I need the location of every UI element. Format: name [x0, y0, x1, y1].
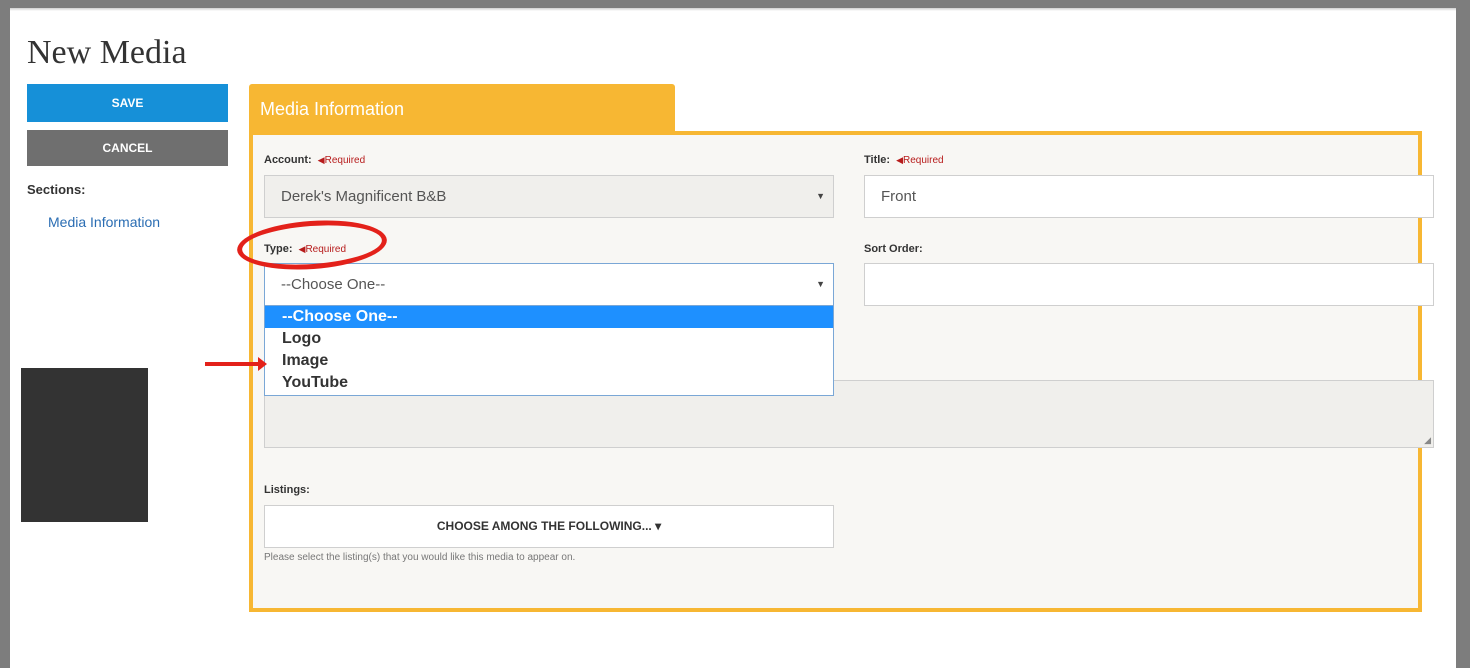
title-field-value: Front: [881, 188, 917, 205]
type-option[interactable]: Logo: [265, 328, 833, 350]
required-text: Required: [903, 155, 944, 166]
required-text: Required: [324, 155, 366, 166]
account-select-value: Derek's Magnificent B&B: [281, 188, 447, 205]
title-label: Title: ◀Required: [864, 154, 944, 166]
tab-media-information[interactable]: Media Information: [249, 84, 675, 132]
type-option[interactable]: Image: [265, 350, 833, 372]
save-button[interactable]: SAVE: [27, 84, 228, 122]
section-link-media-information[interactable]: Media Information: [48, 214, 160, 230]
window-frame-left: [0, 0, 10, 668]
sort-order-label: Sort Order:: [864, 243, 923, 255]
title-field[interactable]: Front: [864, 175, 1434, 218]
choose-listings-button[interactable]: CHOOSE AMONG THE FOLLOWING... ▾: [264, 505, 834, 548]
account-label-text: Account:: [264, 154, 312, 166]
resize-handle-icon[interactable]: ◢: [1424, 435, 1431, 446]
required-indicator: ◀Required: [896, 155, 944, 166]
listings-help-text: Please select the listing(s) that you wo…: [264, 552, 576, 563]
chevron-down-icon: ▼: [816, 191, 825, 201]
window-frame-top: [0, 0, 1470, 8]
type-option[interactable]: YouTube: [265, 372, 833, 394]
type-dropdown-list: --Choose One-- Logo Image YouTube: [264, 305, 834, 396]
listings-label: Listings:: [264, 484, 310, 496]
annotation-arrowhead-icon: [258, 357, 267, 371]
required-indicator: ◀Required: [317, 155, 366, 166]
type-select-value: --Choose One--: [281, 276, 386, 293]
type-option[interactable]: --Choose One--: [265, 306, 833, 328]
type-select[interactable]: --Choose One-- ▼: [264, 263, 834, 306]
title-label-text: Title:: [864, 154, 891, 166]
choose-listings-label: CHOOSE AMONG THE FOLLOWING...: [436, 519, 652, 533]
redaction-block: [21, 368, 148, 522]
tab-label: Media Information: [260, 99, 405, 119]
sections-label: Sections:: [27, 182, 86, 197]
cancel-button[interactable]: CANCEL: [27, 130, 228, 166]
sort-order-field[interactable]: [864, 263, 1434, 306]
chevron-down-icon: ▼: [816, 279, 825, 289]
page-title: New Media: [27, 34, 187, 71]
window-frame-right: [1456, 0, 1470, 668]
caret-down-icon: ▾: [655, 519, 662, 533]
account-label: Account: ◀Required: [264, 154, 365, 166]
annotation-arrow-icon: [205, 362, 259, 366]
frame-shadow: [10, 8, 1456, 11]
account-select[interactable]: Derek's Magnificent B&B ▼: [264, 175, 834, 218]
